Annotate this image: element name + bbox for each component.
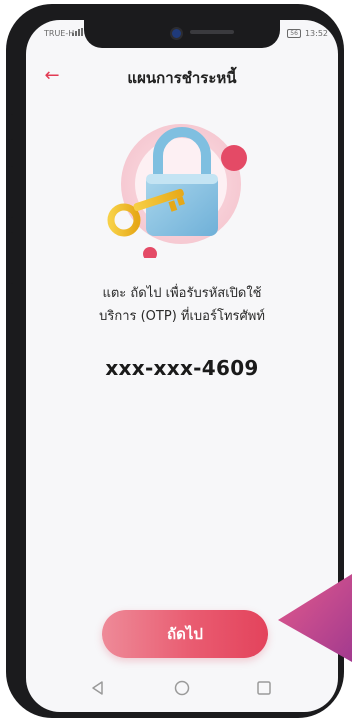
phone-volume-down-button xyxy=(8,232,13,284)
nav-back-icon[interactable] xyxy=(88,678,108,698)
system-nav-bar xyxy=(26,666,338,712)
page-header: ← แผนการชำระหนี้ xyxy=(26,64,338,92)
battery-icon: 56 xyxy=(287,29,301,38)
otp-instruction-line1: แตะ ถัดไป เพื่อรับรหัสเปิดใช้ xyxy=(102,286,262,301)
nav-home-icon[interactable] xyxy=(172,678,192,698)
next-button[interactable]: ถัดไป xyxy=(102,610,268,658)
camera-notch xyxy=(84,20,280,48)
status-right: 56 13:52 xyxy=(287,29,328,38)
masked-phone-number: xxx-xxx-4609 xyxy=(105,356,259,380)
speaker-icon xyxy=(190,30,234,34)
pointer-arrow-icon xyxy=(278,574,352,662)
clock: 13:52 xyxy=(304,29,328,38)
carrier-label: TRUE-H xyxy=(44,29,75,38)
page-title: แผนการชำระหนี้ xyxy=(127,69,237,87)
phone-volume-up-button xyxy=(8,166,13,218)
nav-recent-icon[interactable] xyxy=(254,678,274,698)
phone-side-button xyxy=(8,114,13,140)
padlock-key-icon xyxy=(106,108,256,261)
otp-instruction: แตะ ถัดไป เพื่อรับรหัสเปิดใช้ บริการ (OT… xyxy=(26,282,338,328)
otp-instruction-line2: บริการ (OTP) ที่เบอร์โทรศัพท์ xyxy=(99,309,265,324)
signal-icon xyxy=(72,28,83,36)
front-camera-icon xyxy=(170,27,183,40)
